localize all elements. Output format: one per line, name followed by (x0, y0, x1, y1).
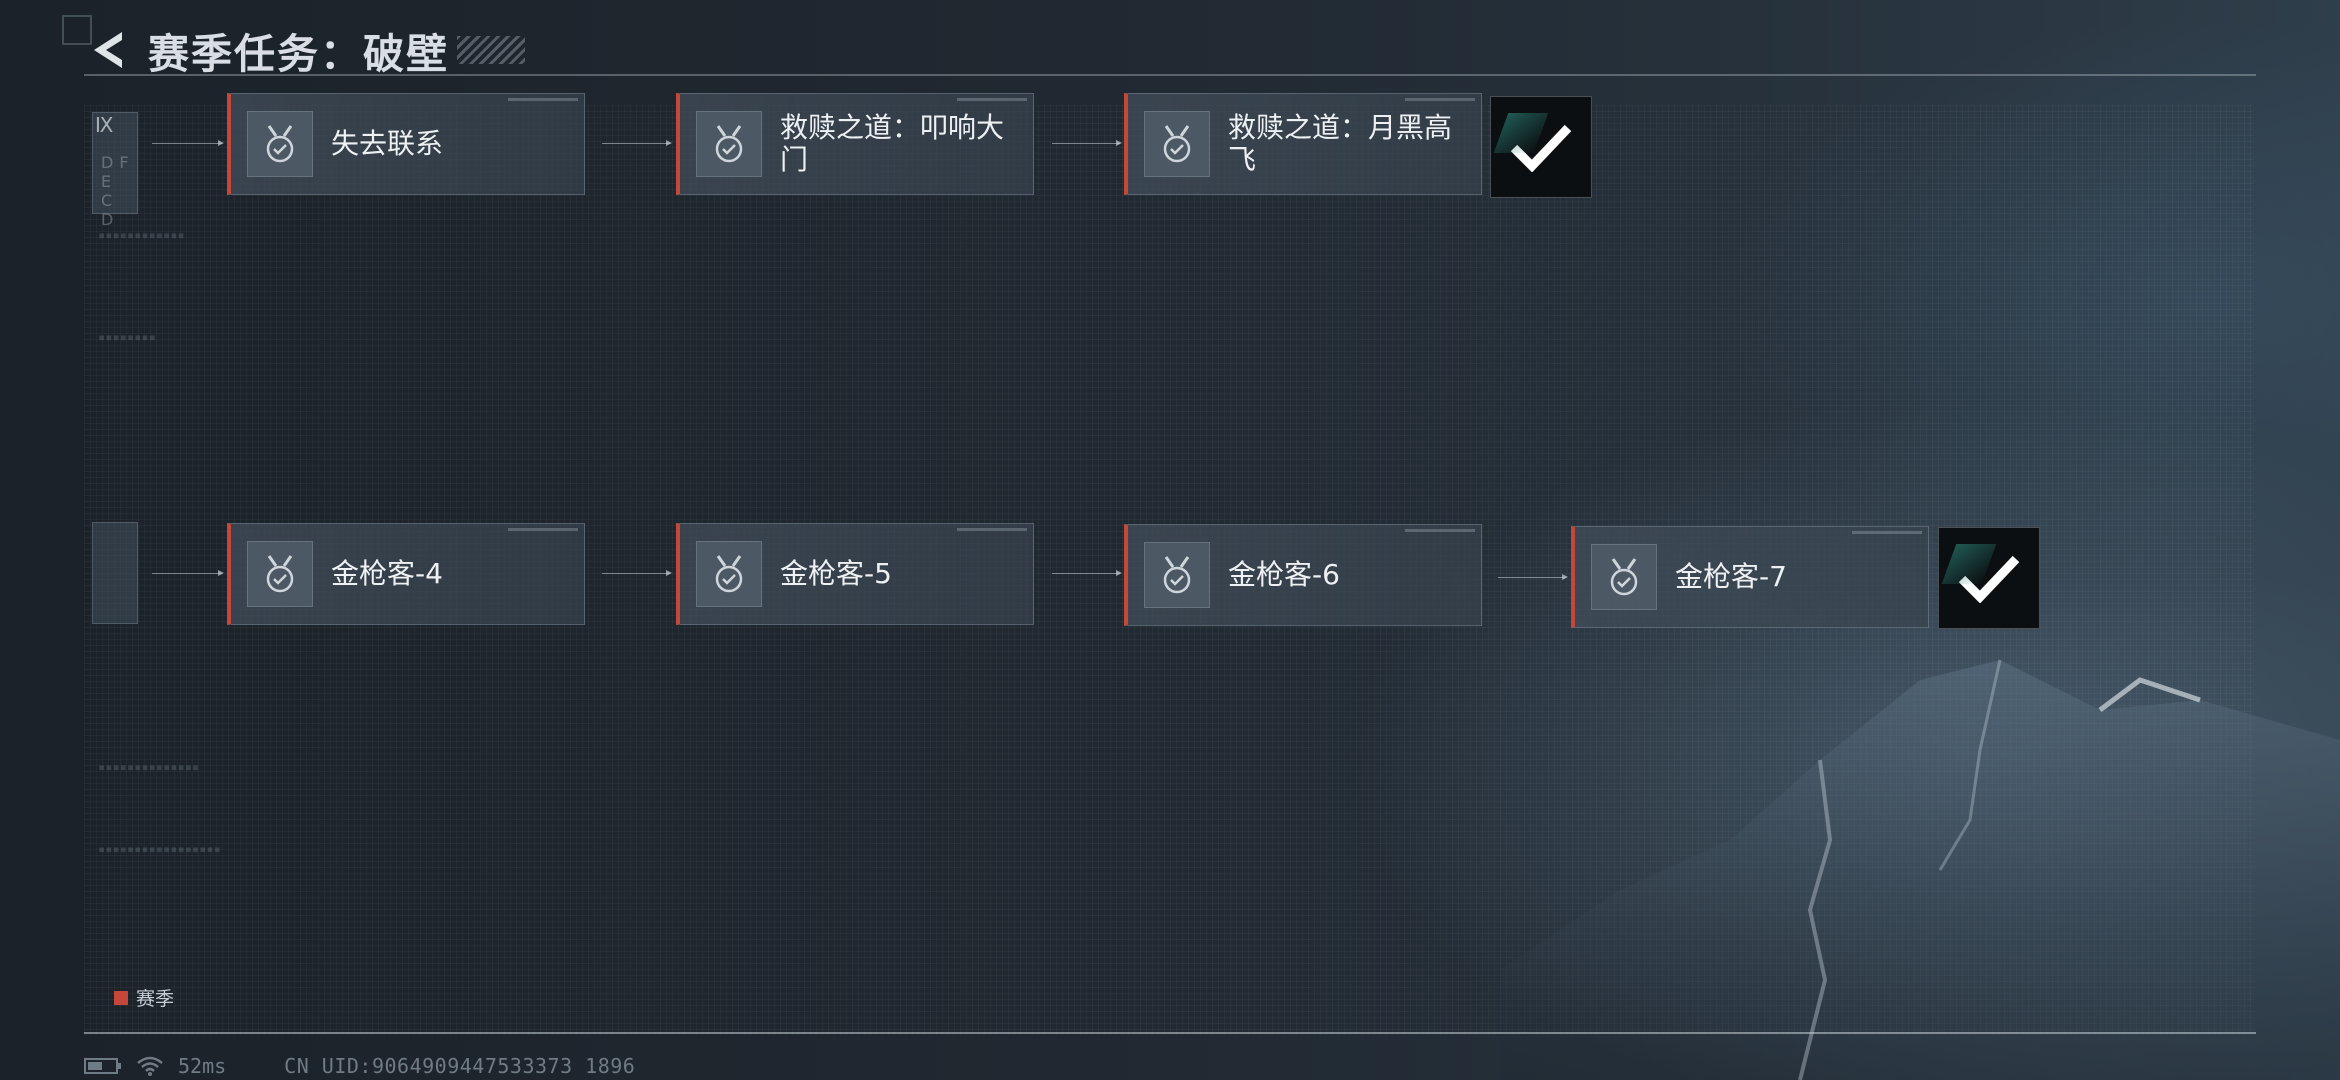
decor-text: ▪▪▪▪▪▪▪▪▪▪▪▪ (98, 228, 185, 242)
header: 赛季任务：破壁 (84, 20, 525, 80)
legend-label: 赛季 (136, 988, 175, 1010)
title-decoration (457, 36, 525, 64)
previous-mission-stub[interactable] (92, 522, 138, 624)
bottom-divider (84, 1032, 2256, 1034)
mission-node[interactable]: 失去联系 (227, 93, 585, 195)
completed-badge (1490, 96, 1592, 198)
connector-line (1498, 574, 1568, 580)
node-tick (1405, 529, 1475, 532)
node-tick (957, 98, 1027, 101)
mission-label: 失去联系 (331, 127, 444, 160)
medal-check-icon (1144, 111, 1210, 177)
previous-mission-stub[interactable]: Ⅸ DF E C D (92, 112, 138, 229)
legend-swatch (114, 990, 128, 1005)
node-tick (508, 98, 578, 101)
battery-icon (84, 1057, 122, 1075)
medal-check-icon (696, 111, 762, 177)
mission-node[interactable]: 金枪客-5 (676, 523, 1034, 625)
stub-text: DF E C D (101, 153, 135, 229)
decor-text: ▪▪▪▪▪▪▪▪ (98, 330, 156, 344)
mission-node[interactable]: 救赎之道：叩响大门 (676, 93, 1034, 195)
connector-line (152, 140, 224, 146)
connector-line (1052, 570, 1122, 576)
mountain-backdrop (1500, 659, 2340, 1080)
decor-text: ▪▪▪▪▪▪▪▪▪▪▪▪▪▪▪▪▪ (98, 842, 221, 856)
mission-label: 金枪客-6 (1228, 558, 1340, 591)
decor-text: ▪▪▪▪▪▪▪▪▪▪▪▪▪▪ (98, 760, 200, 774)
legend: 赛季 (114, 984, 174, 1011)
ping-value: 52ms (178, 1054, 227, 1078)
node-tick (508, 528, 578, 531)
medal-check-icon (696, 541, 762, 607)
mission-node[interactable]: 金枪客-6 (1124, 524, 1482, 626)
connector-line (152, 570, 224, 576)
medal-check-icon (1144, 542, 1210, 608)
status-bar: 52ms CN UID:9064909447533373 1896 (84, 1054, 635, 1078)
mission-label: 救赎之道：叩响大门 (780, 111, 1005, 176)
mission-node[interactable]: 金枪客-7 (1571, 526, 1929, 628)
page-title: 赛季任务：破壁 (148, 30, 449, 78)
mission-label: 救赎之道：月黑高飞 (1228, 111, 1453, 176)
user-uid: CN UID:9064909447533373 1896 (284, 1054, 636, 1078)
connector-line (602, 140, 672, 146)
mission-node[interactable]: 救赎之道：月黑高飞 (1124, 93, 1482, 195)
medal-check-icon (247, 541, 313, 607)
medal-check-icon (1591, 544, 1657, 610)
stub-mark: Ⅸ (95, 113, 114, 137)
top-divider (84, 74, 2256, 76)
completed-badge (1938, 527, 2040, 629)
medal-check-icon (247, 111, 313, 177)
wifi-icon (137, 1056, 163, 1076)
mission-node[interactable]: 金枪客-4 (227, 523, 585, 625)
back-arrow-icon (94, 32, 122, 68)
node-tick (957, 528, 1027, 531)
mission-label: 金枪客-7 (1675, 560, 1787, 593)
back-button[interactable] (84, 26, 128, 74)
mission-label: 金枪客-5 (780, 557, 892, 590)
connector-line (1052, 140, 1122, 146)
node-tick (1405, 98, 1475, 101)
connector-line (602, 570, 672, 576)
mission-label: 金枪客-4 (331, 557, 443, 590)
node-tick (1852, 531, 1922, 534)
